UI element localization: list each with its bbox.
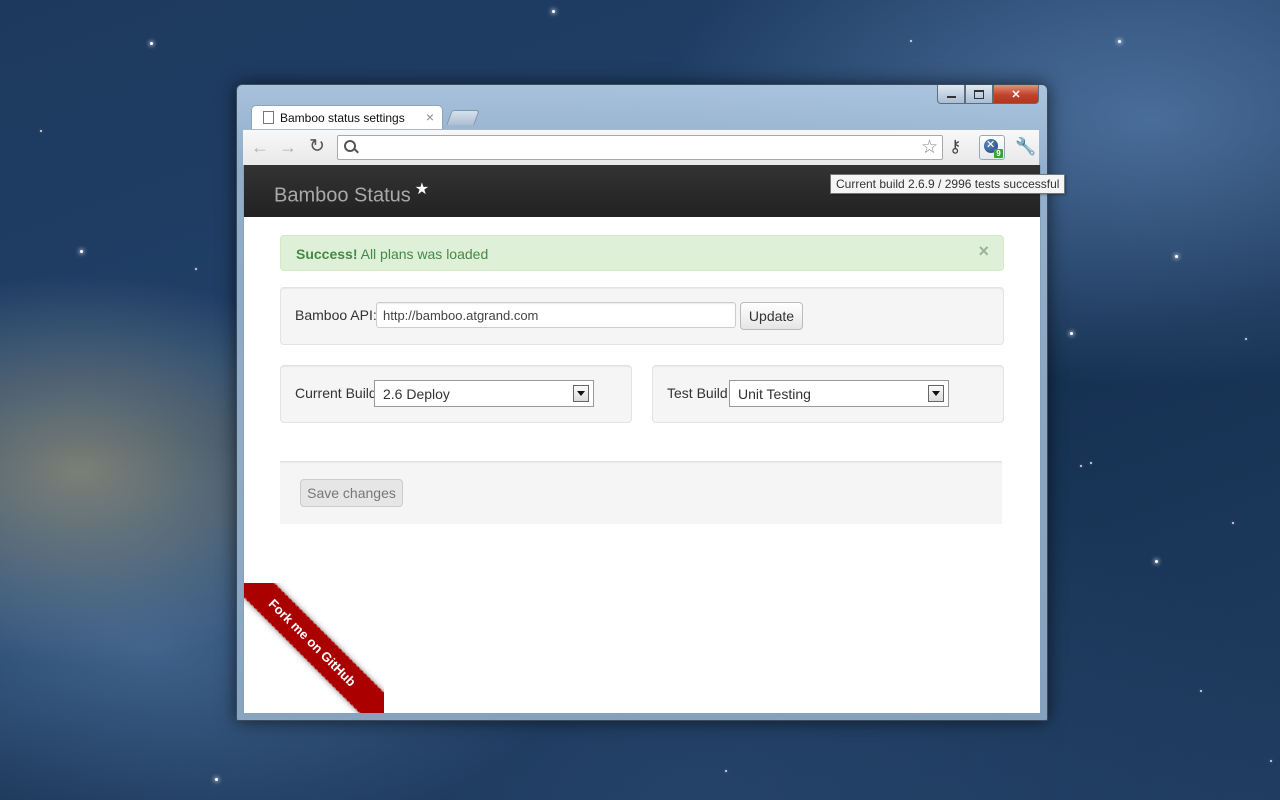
close-window-button[interactable]: ✕: [993, 85, 1039, 104]
current-build-label: Current Build: [295, 385, 377, 401]
current-build-select[interactable]: 2.6 Deploy: [374, 380, 594, 407]
bamboo-extension-icon[interactable]: 9: [979, 135, 1005, 160]
current-build-value: 2.6 Deploy: [383, 386, 450, 402]
github-ribbon-label: Fork me on GitHub: [244, 583, 384, 713]
test-build-well: Test Build Unit Testing: [652, 365, 1004, 423]
forward-arrow-icon[interactable]: →: [279, 138, 297, 156]
brand-star-icon: ★: [414, 181, 430, 198]
tab-title: Bamboo status settings: [280, 111, 405, 125]
github-ribbon[interactable]: Fork me on GitHub: [244, 583, 384, 713]
minimize-button[interactable]: [937, 85, 965, 104]
key-icon[interactable]: ⚷: [949, 137, 961, 157]
close-icon: ✕: [1011, 88, 1021, 101]
chevron-down-icon: [573, 385, 589, 402]
alert-text: All plans was loaded: [357, 246, 489, 262]
reload-icon[interactable]: ↻: [309, 137, 325, 156]
test-build-select[interactable]: Unit Testing: [729, 380, 949, 407]
form-actions: Save changes: [280, 461, 1002, 524]
page-icon: [263, 111, 274, 124]
brand-title: Bamboo Status: [274, 184, 411, 207]
window-controls: ✕: [937, 85, 1039, 104]
success-alert: Success! All plans was loaded ×: [280, 235, 1004, 271]
extension-tooltip: Current build 2.6.9 / 2996 tests success…: [830, 174, 1066, 194]
alert-close-button[interactable]: ×: [978, 241, 989, 262]
back-arrow-icon[interactable]: ←: [251, 138, 269, 156]
alert-message: Success! All plans was loaded: [296, 246, 488, 262]
api-well: Bamboo API: http://bamboo.atgrand.com Up…: [280, 287, 1004, 345]
extension-badge: 9: [994, 149, 1003, 158]
api-url-input[interactable]: http://bamboo.atgrand.com: [376, 302, 736, 328]
address-bar[interactable]: ☆: [337, 135, 943, 160]
test-build-label: Test Build: [667, 385, 728, 401]
save-changes-button[interactable]: Save changes: [300, 479, 403, 507]
tab-close-button[interactable]: ×: [426, 109, 434, 125]
maximize-icon: [974, 89, 984, 99]
test-build-value: Unit Testing: [738, 386, 811, 402]
update-button[interactable]: Update: [740, 302, 803, 330]
new-tab-button[interactable]: [446, 110, 480, 125]
alert-title: Success!: [296, 246, 358, 262]
brand[interactable]: Bamboo Status ★: [274, 179, 429, 208]
chevron-down-icon: [928, 385, 944, 402]
current-build-well: Current Build 2.6 Deploy: [280, 365, 632, 423]
minimize-icon: [946, 95, 956, 98]
browser-toolbar: ← → ↻ ☆ ⚷ 9 🔧: [243, 129, 1039, 166]
maximize-button[interactable]: [965, 85, 993, 104]
bookmark-star-icon[interactable]: ☆: [921, 136, 938, 159]
search-icon: [344, 140, 356, 152]
browser-tab[interactable]: Bamboo status settings ×: [251, 105, 443, 130]
wrench-icon[interactable]: 🔧: [1015, 137, 1036, 157]
api-label: Bamboo API:: [295, 307, 377, 323]
page-content: Bamboo Status ★ Success! All plans was lo…: [243, 165, 1041, 714]
